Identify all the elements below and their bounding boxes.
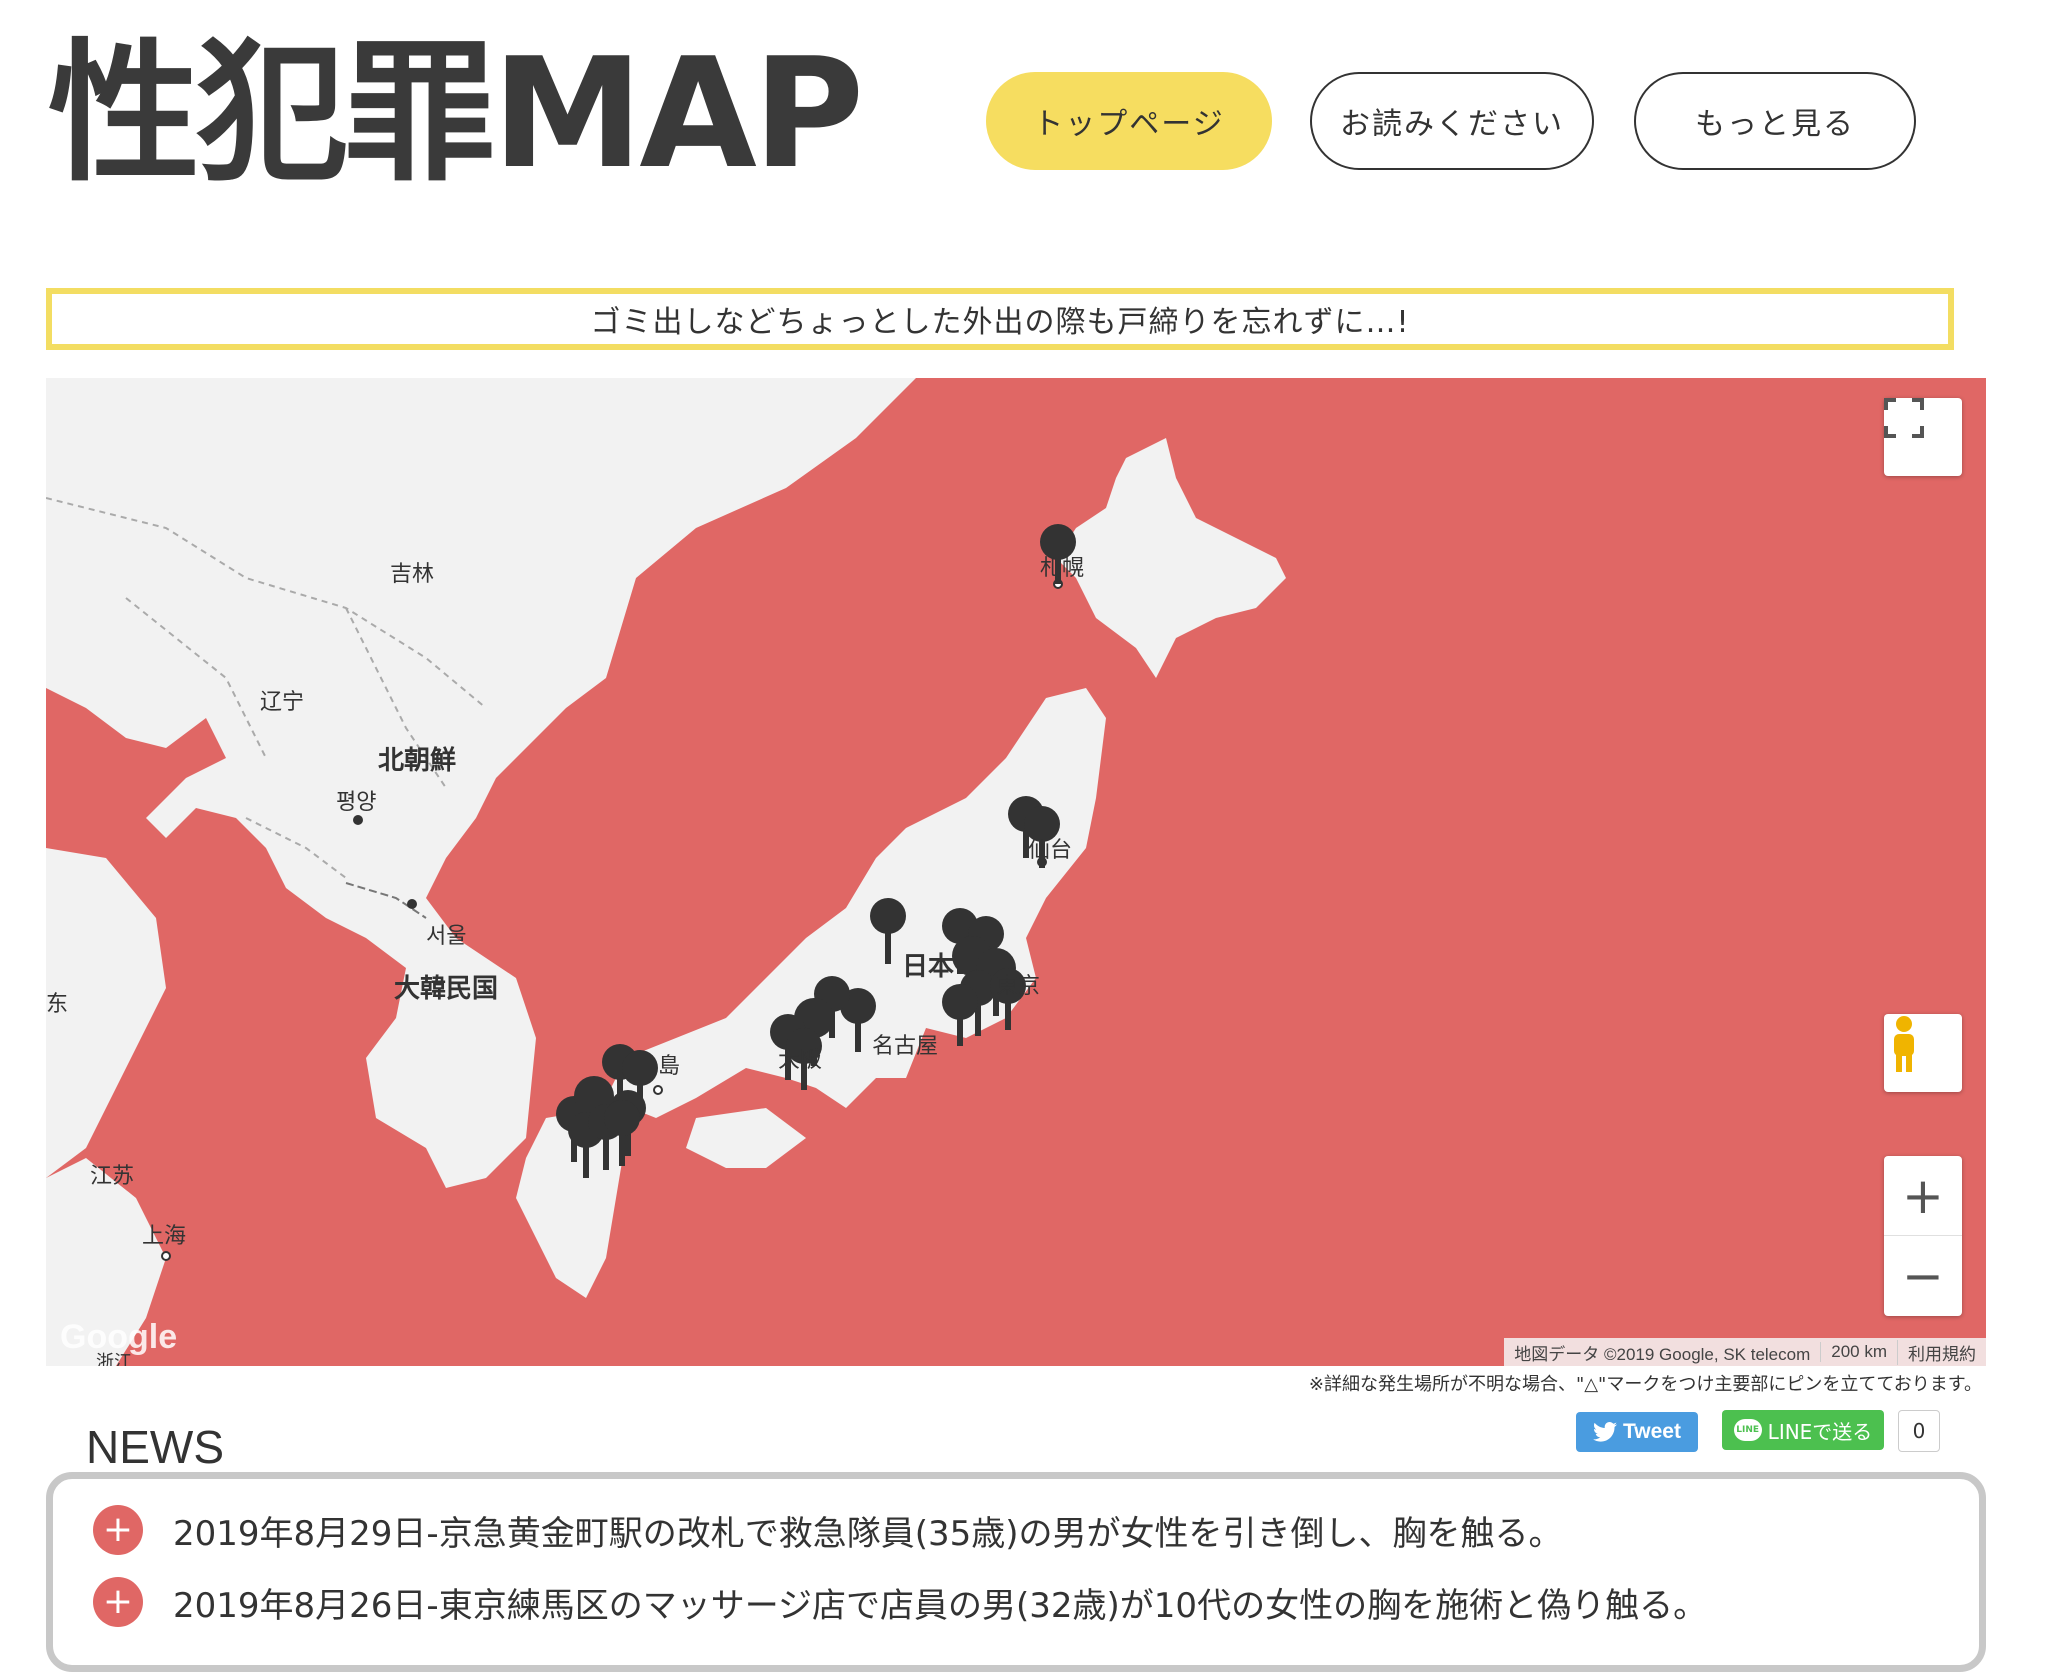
twitter-bird-icon	[1593, 1422, 1618, 1442]
map-label-north-korea: 北朝鮮	[378, 746, 457, 776]
expand-plus-icon[interactable]: +	[93, 1577, 143, 1627]
map-label-pyongyang: 평양	[336, 790, 377, 815]
map-label-osaka: 大阪	[778, 1048, 823, 1073]
zoom-control[interactable]: + −	[1884, 1156, 1962, 1316]
map-label-shanghai: 上海	[142, 1224, 187, 1249]
map-label-east: 东	[46, 992, 69, 1017]
map-label-sapporo: 札幌	[1040, 556, 1085, 581]
line-share-button[interactable]: LINE LINEで送る	[1722, 1410, 1884, 1450]
nav-top-page-button[interactable]: トップページ	[986, 72, 1272, 170]
map-label-japan: 日本	[902, 952, 955, 982]
tweet-button[interactable]: Tweet	[1576, 1412, 1698, 1452]
news-item[interactable]: + 2019年8月29日-京急黄金町駅の改札で救急隊員(35歳)の男が女性を引き…	[93, 1505, 1562, 1555]
fullscreen-button[interactable]	[1884, 398, 1962, 476]
news-item[interactable]: + 2019年8月26日-東京練馬区のマッサージ店で店員の男(32歳)が10代の…	[93, 1577, 1707, 1627]
nav-read-me-button[interactable]: お読みください	[1310, 72, 1594, 170]
google-logo[interactable]: Google	[60, 1318, 177, 1357]
map-label-south-korea: 大韓民国	[394, 974, 499, 1004]
news-list: + 2019年8月29日-京急黄金町駅の改札で救急隊員(35歳)の男が女性を引き…	[46, 1472, 1986, 1672]
zoom-in-button[interactable]: +	[1884, 1156, 1962, 1236]
news-heading: NEWS	[86, 1421, 224, 1473]
site-logo[interactable]: 性犯罪MAP	[48, 38, 864, 190]
map-label-seoul: 서울	[426, 924, 467, 949]
map-label-liaoning: 辽宁	[260, 690, 305, 715]
line-icon: LINE	[1733, 1419, 1762, 1441]
street-view-button[interactable]	[1884, 1014, 1962, 1092]
crime-map[interactable]: 吉林 辽宁 北朝鮮 평양 서울 大韓民国 东 江苏 上海 浙江 札幌 仙台 日本…	[46, 378, 1986, 1366]
map-label-hiroshima: 島	[658, 1054, 681, 1079]
city-dot-pyongyang	[353, 815, 363, 825]
expand-plus-icon[interactable]: +	[93, 1505, 143, 1555]
city-dot-seoul	[407, 899, 417, 909]
map-label-sendai: 仙台	[1028, 838, 1073, 863]
hokkaido-land	[1056, 438, 1286, 678]
map-scale: 200 km	[1820, 1342, 1897, 1362]
map-label-tokyo: 東京	[996, 974, 1041, 999]
news-item-text[interactable]: 2019年8月26日-東京練馬区のマッサージ店で店員の男(32歳)が10代の女性…	[173, 1578, 1707, 1627]
honshu-land	[606, 688, 1106, 1118]
map-label-jilin: 吉林	[390, 562, 435, 587]
map-data-credit[interactable]: 地図データ ©2019 Google, SK telecom	[1504, 1340, 1820, 1365]
pegman-icon	[1894, 1016, 1914, 1072]
line-share-label: LINEで送る	[1767, 1419, 1873, 1444]
zoom-out-button[interactable]: −	[1884, 1236, 1962, 1316]
map-canvas[interactable]	[46, 378, 1986, 1366]
nav-more-button[interactable]: もっと見る	[1634, 72, 1916, 170]
map-footnote: ※詳細な発生場所が不明な場合、"△"マークをつけ主要部にピンを立てております。	[1308, 1374, 1982, 1395]
city-dot-hiroshima	[653, 1085, 663, 1095]
notice-banner: ゴミ出しなどちょっとした外出の際も戸締りを忘れずに…!	[46, 288, 1954, 350]
shikoku-land	[686, 1108, 806, 1168]
map-label-jiangsu: 江苏	[90, 1164, 135, 1189]
map-label-nagoya: 名古屋	[872, 1034, 939, 1059]
map-attribution: 地図データ ©2019 Google, SK telecom 200 km 利用…	[1504, 1338, 1986, 1366]
fullscreen-icon	[1884, 398, 1924, 438]
city-dot-shanghai	[161, 1251, 171, 1261]
news-item-text[interactable]: 2019年8月29日-京急黄金町駅の改札で救急隊員(35歳)の男が女性を引き倒し…	[173, 1506, 1562, 1555]
tweet-label: Tweet	[1623, 1420, 1681, 1443]
terms-link[interactable]: 利用規約	[1897, 1339, 1986, 1365]
line-share-count: 0	[1898, 1410, 1940, 1452]
